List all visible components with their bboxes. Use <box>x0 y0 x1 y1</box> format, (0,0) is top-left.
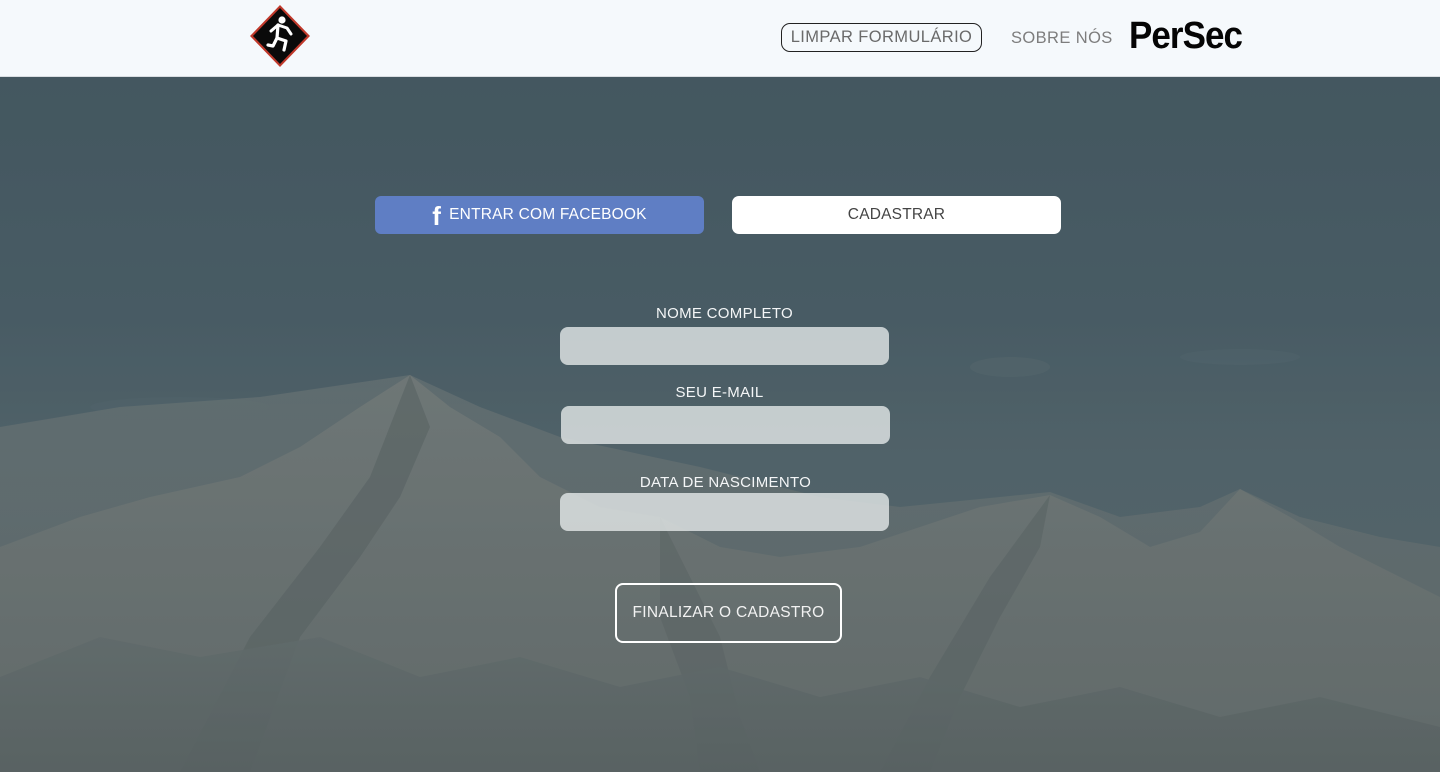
register-label: CADASTRAR <box>847 206 946 223</box>
top-navbar: LIMPAR FORMULÁRIO SOBRE NÓS PerSec <box>0 0 1440 77</box>
full-name-label: NOME COMPLETO <box>656 305 793 322</box>
finish-registration-label: FINALIZAR O CADASTRO <box>632 604 825 621</box>
running-man-diamond-icon[interactable] <box>249 4 311 68</box>
finish-registration-button[interactable]: FINALIZAR O CADASTRO <box>615 583 842 643</box>
facebook-login-label: ENTRAR COM FACEBOOK <box>449 206 647 223</box>
register-button[interactable]: CADASTRAR <box>732 196 1061 234</box>
facebook-icon: f <box>432 201 442 231</box>
clear-form-button[interactable]: LIMPAR FORMULÁRIO <box>781 23 982 52</box>
full-name-input[interactable] <box>560 327 889 365</box>
brand-logo-text[interactable]: PerSec <box>1129 14 1243 58</box>
email-input[interactable] <box>561 406 890 444</box>
birth-date-label: DATA DE NASCIMENTO <box>639 474 812 491</box>
about-us-link[interactable]: SOBRE NÓS <box>1011 28 1113 48</box>
facebook-login-button[interactable]: f ENTRAR COM FACEBOOK <box>375 196 704 234</box>
birth-date-input[interactable] <box>560 493 889 531</box>
email-label: SEU E-MAIL <box>675 384 764 401</box>
